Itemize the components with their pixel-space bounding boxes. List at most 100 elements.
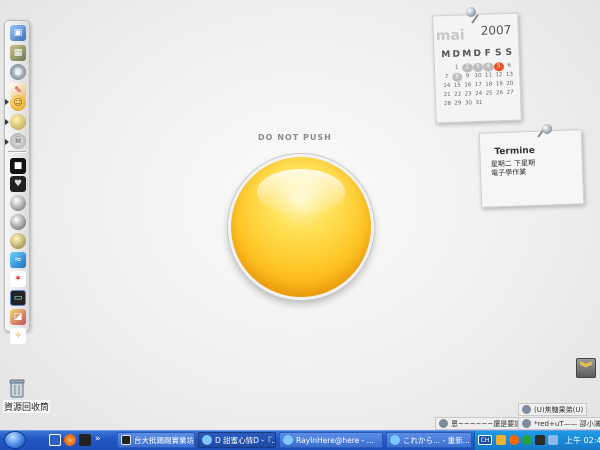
calendar-day[interactable]: 11: [483, 71, 494, 80]
calendar-day[interactable]: 23: [463, 90, 474, 99]
calendar-day: [484, 98, 495, 107]
tray-app-icon-2[interactable]: [509, 435, 519, 445]
calendar-day[interactable]: 6: [504, 62, 515, 71]
taskbar-item-1[interactable]: 台大批踢踢實業坊...: [117, 432, 195, 448]
taskbar-clock: 上午 02:49: [565, 436, 600, 445]
calendar-day[interactable]: 29: [453, 100, 464, 109]
taskbar-item-3[interactable]: RayInHere@here - ...: [279, 432, 383, 448]
calendar-year: 2007: [480, 22, 512, 38]
calendar-week-row: 28 29 30 31: [442, 98, 516, 110]
dock-expand-arrow-3[interactable]: [5, 139, 9, 145]
calendar-day[interactable]: 31: [474, 99, 485, 108]
start-button[interactable]: [4, 431, 26, 449]
calendar-day: [505, 98, 516, 107]
black-app-icon[interactable]: ■: [10, 158, 26, 174]
calendar-day[interactable]: 18: [483, 80, 494, 89]
pushpin-icon: [542, 124, 552, 134]
calendar-day[interactable]: 14: [441, 82, 452, 91]
smiley-icon[interactable]: ☺: [10, 95, 26, 111]
calendar-weekday: S: [505, 47, 513, 58]
calendar-day[interactable]: 4: [482, 62, 494, 72]
dock-expand-arrow-2[interactable]: [5, 119, 9, 125]
do-not-push-caption: DO NOT PUSH: [258, 133, 332, 142]
firefox-icon[interactable]: [64, 434, 76, 446]
calendar-day[interactable]: 2: [461, 63, 473, 73]
calendar-day: [441, 64, 452, 73]
silver-orb-icon-2[interactable]: [10, 214, 26, 230]
gold-orb-icon[interactable]: [10, 114, 26, 130]
calendar-weekday: F: [484, 48, 492, 59]
calendar-widget[interactable]: mai 2007 MDMDFSS 1 2 3 4 5 6 7 8 9 10 11 12 13 14 15 16…: [432, 12, 522, 124]
user-icon: [522, 419, 531, 428]
wand-icon[interactable]: ✧: [10, 328, 26, 344]
dock-separator: [8, 151, 26, 153]
taskbar-item-label: D 甜蜜心情D -『...: [215, 435, 276, 445]
calendar-day[interactable]: 25: [484, 89, 495, 98]
recycle-bin-icon[interactable]: [8, 378, 26, 398]
calendar-day[interactable]: 26: [494, 89, 505, 98]
notification-3[interactable]: *red+uT—— 邵小滿...: [518, 417, 600, 430]
calendar-weekday: M: [462, 49, 472, 60]
calendar-weekdays: MDMDFSS: [440, 48, 514, 61]
termine-note[interactable]: Termine 星期二 下星期 電子學作業: [478, 129, 585, 208]
calendar-day[interactable]: 24: [473, 90, 484, 99]
photo-viewer-icon[interactable]: ▦: [10, 45, 26, 61]
calendar-day[interactable]: 16: [462, 81, 473, 90]
silver-orb-icon-1[interactable]: [10, 195, 26, 211]
quicklaunch-overflow-icon[interactable]: »: [95, 434, 107, 446]
pinwheel-icon[interactable]: ✶: [10, 271, 26, 287]
calendar-month: mai: [435, 27, 465, 45]
calendar-day[interactable]: 9: [462, 72, 473, 81]
termine-line-2: 電子學作業: [491, 168, 527, 178]
calendar-day[interactable]: 8: [451, 72, 463, 82]
calendar-day[interactable]: 3: [472, 62, 484, 73]
calendar-weekday: M: [441, 49, 451, 61]
terminal-app-icon: [121, 435, 131, 445]
calendar-day[interactable]: 20: [504, 80, 515, 89]
tray-app-icon-3[interactable]: [522, 435, 532, 445]
calendar-day[interactable]: 21: [442, 91, 453, 100]
ie-icon: [202, 435, 212, 445]
button-highlight: [257, 169, 345, 215]
calendar-day: [495, 98, 506, 107]
globe-icon[interactable]: ◍: [10, 64, 26, 80]
taskbar-item-label: 台大批踢踢實業坊...: [134, 435, 195, 445]
heart-app-icon[interactable]: ♥: [10, 176, 26, 192]
taskbar-item-label: RayInHere@here - ...: [296, 435, 374, 445]
user-icon: [522, 405, 531, 414]
image-tool-icon[interactable]: ◪: [10, 309, 26, 325]
media-player-icon[interactable]: [79, 434, 91, 446]
calendar-day[interactable]: 19: [494, 80, 505, 89]
calendar-day[interactable]: 27: [505, 89, 516, 98]
calendar-day[interactable]: 12: [494, 71, 505, 80]
calendar-day[interactable]: 13: [504, 71, 515, 80]
volume-icon[interactable]: [548, 435, 558, 445]
calendar-day[interactable]: 30: [463, 99, 474, 108]
dock-expand-arrow-1[interactable]: [5, 99, 9, 105]
word-icon[interactable]: [49, 434, 61, 446]
wave-app-icon[interactable]: ≈: [10, 252, 26, 268]
tray-app-icon-1[interactable]: [496, 435, 506, 445]
golden-orb-icon[interactable]: [10, 233, 26, 249]
calendar-day[interactable]: 7: [441, 73, 452, 82]
taskbar-item-2[interactable]: D 甜蜜心情D -『...: [198, 432, 276, 448]
calendar-day[interactable]: 28: [442, 100, 453, 109]
calendar-day[interactable]: 17: [473, 81, 484, 90]
calendar-day[interactable]: 1: [451, 64, 462, 73]
taskbar-item-4[interactable]: これから... - 重新...: [386, 432, 472, 448]
left-dock: ▣ ▦ ◍ ✎ ☺ ☠ ■ ♥ ≈ ✶ ▭ ◪ ✧: [4, 20, 30, 344]
do-not-push-button[interactable]: [228, 154, 374, 300]
notification-1[interactable]: (U)焦糖果弟(U): [518, 403, 588, 416]
calendar-day[interactable]: 5: [493, 62, 505, 72]
expand-chevron-button[interactable]: ︾: [576, 358, 596, 378]
calendar-day[interactable]: 15: [452, 82, 463, 91]
calendar-day[interactable]: 10: [473, 72, 484, 81]
tray-app-icon-4[interactable]: [535, 435, 545, 445]
terminal-icon[interactable]: ▭: [10, 290, 26, 306]
language-indicator[interactable]: CH: [478, 435, 492, 445]
calendar-day[interactable]: 22: [452, 91, 463, 100]
calendar-weekday: S: [494, 48, 502, 59]
desktop-app-icon[interactable]: ▣: [10, 25, 26, 41]
skull-icon[interactable]: ☠: [10, 133, 26, 149]
notification-text: 恩~~~~~~還是要認...: [451, 419, 528, 428]
